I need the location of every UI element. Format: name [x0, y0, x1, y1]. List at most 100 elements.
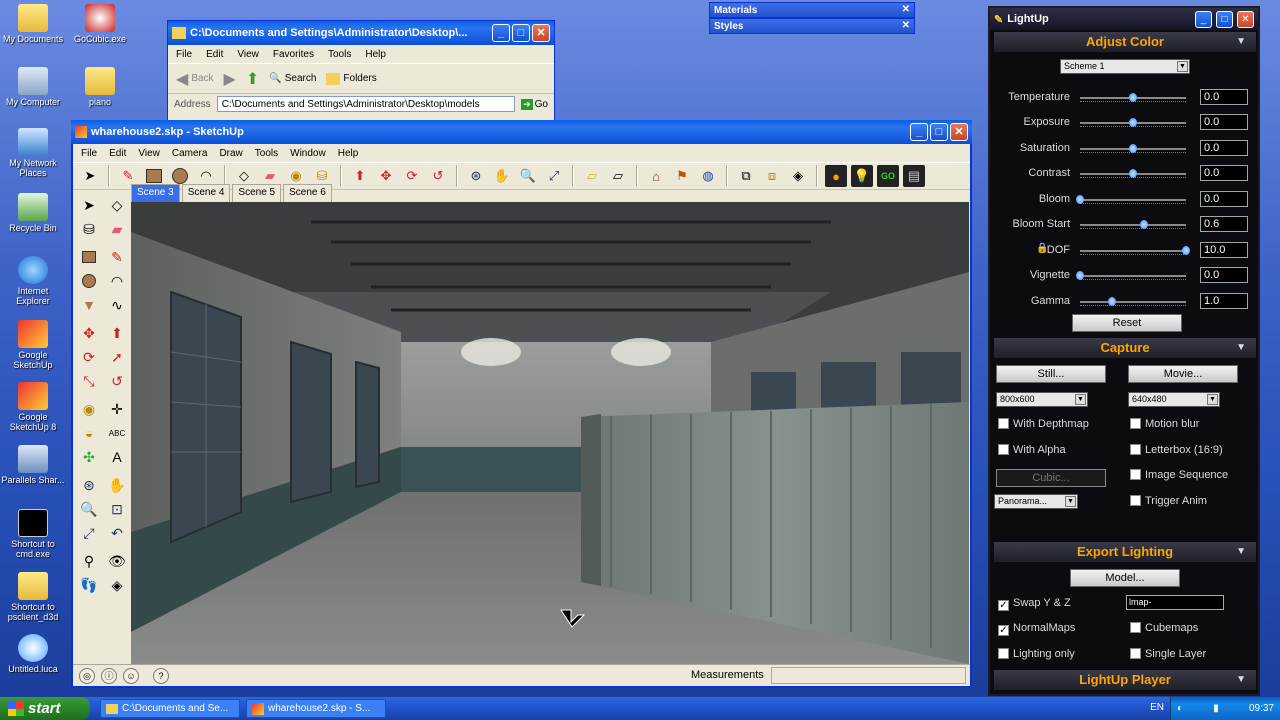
- desktop-icon-cmd[interactable]: Shortcut to cmd.exe: [0, 509, 66, 559]
- walk-tool-icon[interactable]: 👣: [77, 574, 101, 596]
- slider-thumb[interactable]: [1129, 144, 1137, 153]
- menu-view[interactable]: View: [138, 148, 160, 159]
- tab-scene-4[interactable]: Scene 4: [181, 184, 231, 202]
- desktop-icon-recycle-bin[interactable]: Recycle Bin: [0, 193, 66, 233]
- slider-value-input[interactable]: 0.0: [1200, 165, 1248, 181]
- desktop-icon-network[interactable]: My Network Places: [0, 128, 66, 178]
- back-button[interactable]: ◀ Back: [176, 69, 214, 89]
- orbit-tool-icon[interactable]: ⊛: [465, 165, 487, 187]
- image-sequence-checkbox[interactable]: Image Sequence: [1130, 468, 1228, 484]
- adjust-color-header[interactable]: Adjust Color ▼: [994, 32, 1256, 52]
- go-button[interactable]: ➔ Go: [521, 98, 548, 110]
- arc-tool-icon[interactable]: ◠: [105, 270, 129, 292]
- pan-tool-icon[interactable]: ✋: [105, 474, 129, 496]
- slider-thumb[interactable]: [1076, 271, 1084, 280]
- lightup-player-header[interactable]: LightUp Player ▼: [994, 670, 1256, 690]
- menu-tools[interactable]: Tools: [328, 49, 351, 60]
- with-depthmap-checkbox[interactable]: With Depthmap: [998, 417, 1089, 433]
- minimize-button[interactable]: _: [910, 123, 928, 141]
- desktop-icon-psclient[interactable]: Shortcut to psclient_d3d: [0, 572, 66, 622]
- desktop-icon-my-documents[interactable]: My Documents: [0, 4, 66, 44]
- maximize-button[interactable]: □: [512, 24, 530, 42]
- next-view-icon[interactable]: ▱: [607, 165, 629, 187]
- lighting-only-checkbox[interactable]: Lighting only: [998, 647, 1075, 663]
- text-tool-icon[interactable]: ABC: [105, 422, 129, 444]
- position-camera-icon[interactable]: ⚲: [77, 550, 101, 572]
- tray-icon[interactable]: ▮: [1213, 703, 1219, 714]
- slider-value-input[interactable]: 0.0: [1200, 114, 1248, 130]
- pan-tool-icon[interactable]: ✋: [491, 165, 513, 187]
- menu-edit[interactable]: Edit: [206, 49, 223, 60]
- rotate-tool-icon[interactable]: ⟳: [77, 346, 101, 368]
- slider-value-input[interactable]: 0.0: [1200, 89, 1248, 105]
- forward-button[interactable]: ▶: [224, 69, 236, 89]
- component-tool-icon[interactable]: ◇: [105, 194, 129, 216]
- desktop-icon-internet-explorer[interactable]: Internet Explorer: [0, 256, 66, 306]
- up-folder-icon[interactable]: ⬆: [246, 69, 259, 89]
- maximize-button[interactable]: □: [930, 123, 948, 141]
- push-pull-icon[interactable]: ⬆: [105, 322, 129, 344]
- slider-thumb[interactable]: [1182, 246, 1190, 255]
- zoom-extents-icon[interactable]: ⤢: [543, 165, 565, 187]
- axes-tool-icon[interactable]: ✣: [77, 446, 101, 468]
- offset-tool-icon[interactable]: ↺: [105, 370, 129, 392]
- slider-thumb[interactable]: [1129, 169, 1137, 178]
- move-tool-icon[interactable]: ✥: [375, 165, 397, 187]
- 3d-viewport[interactable]: [131, 202, 969, 664]
- capture-header[interactable]: Capture ▼: [994, 338, 1256, 358]
- move-tool-icon[interactable]: ✥: [77, 322, 101, 344]
- desktop-icon-my-computer[interactable]: My Computer: [0, 67, 66, 107]
- push-pull-icon[interactable]: ⬆: [349, 165, 371, 187]
- task-sketchup[interactable]: wharehouse2.skp - S...: [246, 699, 386, 718]
- task-explorer[interactable]: C:\Documents and Se...: [100, 699, 240, 718]
- desktop-icon-sketchup-8[interactable]: Google SketchUp 8: [0, 382, 66, 432]
- maximize-button[interactable]: □: [1216, 10, 1233, 28]
- slider-track[interactable]: [1080, 199, 1186, 201]
- zoom-window-icon[interactable]: ⊡: [105, 498, 129, 520]
- section-plane-icon[interactable]: ◈: [787, 165, 809, 187]
- search-button[interactable]: 🔍 Search: [269, 73, 316, 84]
- credits-icon[interactable]: ⓘ: [101, 667, 117, 684]
- desktop-icon-parallels[interactable]: Parallels Shar...: [0, 445, 66, 485]
- slider-track[interactable]: [1080, 224, 1186, 226]
- movie-size-select[interactable]: 640x480 ▼: [1128, 392, 1220, 407]
- tray-icon[interactable]: ◐: [1177, 703, 1183, 714]
- menu-view[interactable]: View: [237, 49, 259, 60]
- cubic-button[interactable]: Cubic...: [996, 469, 1106, 487]
- styles-panel[interactable]: Styles ✕: [709, 18, 915, 34]
- close-icon[interactable]: ✕: [902, 4, 910, 15]
- section-plane-icon[interactable]: ◈: [105, 574, 129, 596]
- single-layer-checkbox[interactable]: Single Layer: [1130, 647, 1206, 663]
- with-alpha-checkbox[interactable]: With Alpha: [998, 443, 1066, 459]
- model-button[interactable]: Model...: [1070, 569, 1180, 587]
- lightup-titlebar[interactable]: ✎ LightUp _ □ ✕: [990, 8, 1258, 30]
- paint-bucket-icon[interactable]: ⛁: [77, 218, 101, 240]
- rotate-tool-icon[interactable]: ⟳: [401, 165, 423, 187]
- trigger-anim-checkbox[interactable]: Trigger Anim: [1130, 494, 1207, 510]
- close-button[interactable]: ✕: [1237, 10, 1254, 28]
- desktop-icon-sketchup[interactable]: Google SketchUp: [0, 320, 66, 370]
- slider-track[interactable]: [1080, 301, 1186, 303]
- menu-file[interactable]: File: [176, 49, 192, 60]
- share-model-icon[interactable]: ⚑: [671, 165, 693, 187]
- address-input[interactable]: C:\Documents and Settings\Administrator\…: [216, 96, 516, 112]
- folders-button[interactable]: Folders: [326, 72, 377, 85]
- start-button[interactable]: start: [0, 697, 90, 720]
- menu-help[interactable]: Help: [365, 49, 386, 60]
- google-earth-icon[interactable]: ◍: [697, 165, 719, 187]
- component-icon[interactable]: ⧉: [735, 165, 757, 187]
- still-button[interactable]: Still...: [996, 365, 1106, 383]
- close-icon[interactable]: ✕: [902, 20, 910, 31]
- lightup-player-icon[interactable]: ▤: [903, 165, 925, 187]
- still-size-select[interactable]: 800x600 ▼: [996, 392, 1088, 407]
- close-button[interactable]: ✕: [950, 123, 968, 141]
- close-button[interactable]: ✕: [532, 24, 550, 42]
- panorama-select[interactable]: Panorama... ▼: [994, 494, 1078, 509]
- slider-value-input[interactable]: 0.0: [1200, 140, 1248, 156]
- normal-maps-checkbox[interactable]: ✓ NormalMaps: [998, 621, 1075, 637]
- offset-tool-icon[interactable]: ↺: [427, 165, 449, 187]
- tab-scene-3[interactable]: Scene 3: [131, 184, 180, 202]
- select-tool-icon[interactable]: ➤: [79, 165, 101, 187]
- select-tool-icon[interactable]: ➤: [77, 194, 101, 216]
- tab-scene-6[interactable]: Scene 6: [283, 184, 332, 202]
